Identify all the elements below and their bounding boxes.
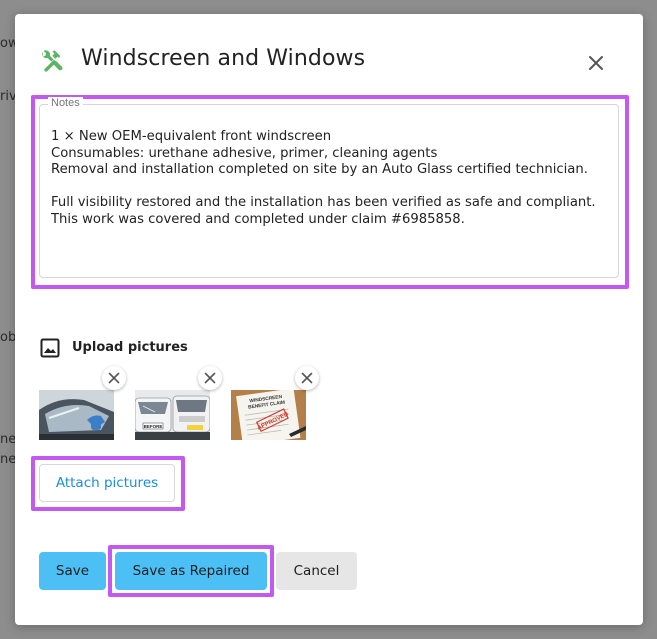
remove-thumbnail-button[interactable] — [102, 366, 126, 390]
notes-label: Notes — [48, 97, 83, 109]
benefit-claim-document-photo: WINDSCREEN BENEFIT CLAIM APPROVED — [231, 390, 306, 440]
windscreen-dialog: Windscreen and Windows Notes 1 × New OEM… — [15, 14, 643, 625]
close-icon — [204, 372, 216, 384]
hammer-wrench-icon — [39, 48, 65, 74]
notes-field[interactable]: Notes 1 × New OEM-equivalent front winds… — [39, 97, 619, 278]
remove-thumbnail-button[interactable] — [198, 366, 222, 390]
backdrop-text: ne — [0, 432, 17, 447]
dialog-title: Windscreen and Windows — [81, 46, 366, 71]
close-icon — [589, 56, 603, 70]
close-button[interactable] — [581, 48, 611, 78]
uploaded-image-thumbnail[interactable] — [39, 390, 114, 440]
before-cars-photo: BEFORE — [135, 390, 210, 440]
close-icon — [108, 372, 120, 384]
windscreen-repair-photo — [39, 390, 114, 440]
uploaded-image-thumbnail[interactable]: BEFORE — [135, 390, 210, 440]
upload-pictures-label: Upload pictures — [72, 340, 188, 355]
uploaded-image-thumbnail[interactable]: WINDSCREEN BENEFIT CLAIM APPROVED — [231, 390, 306, 440]
attach-pictures-button[interactable]: Attach pictures — [39, 464, 175, 502]
remove-thumbnail-button[interactable] — [295, 366, 319, 390]
cancel-button[interactable]: Cancel — [276, 552, 357, 590]
before-plate-caption: BEFORE — [144, 424, 163, 429]
save-as-repaired-button[interactable]: Save as Repaired — [115, 552, 267, 590]
save-button[interactable]: Save — [39, 552, 106, 590]
image-icon — [40, 338, 60, 358]
close-icon — [301, 372, 313, 384]
notes-textarea[interactable]: 1 × New OEM-equivalent front windscreen … — [51, 129, 610, 228]
dialog-header: Windscreen and Windows — [15, 14, 643, 106]
